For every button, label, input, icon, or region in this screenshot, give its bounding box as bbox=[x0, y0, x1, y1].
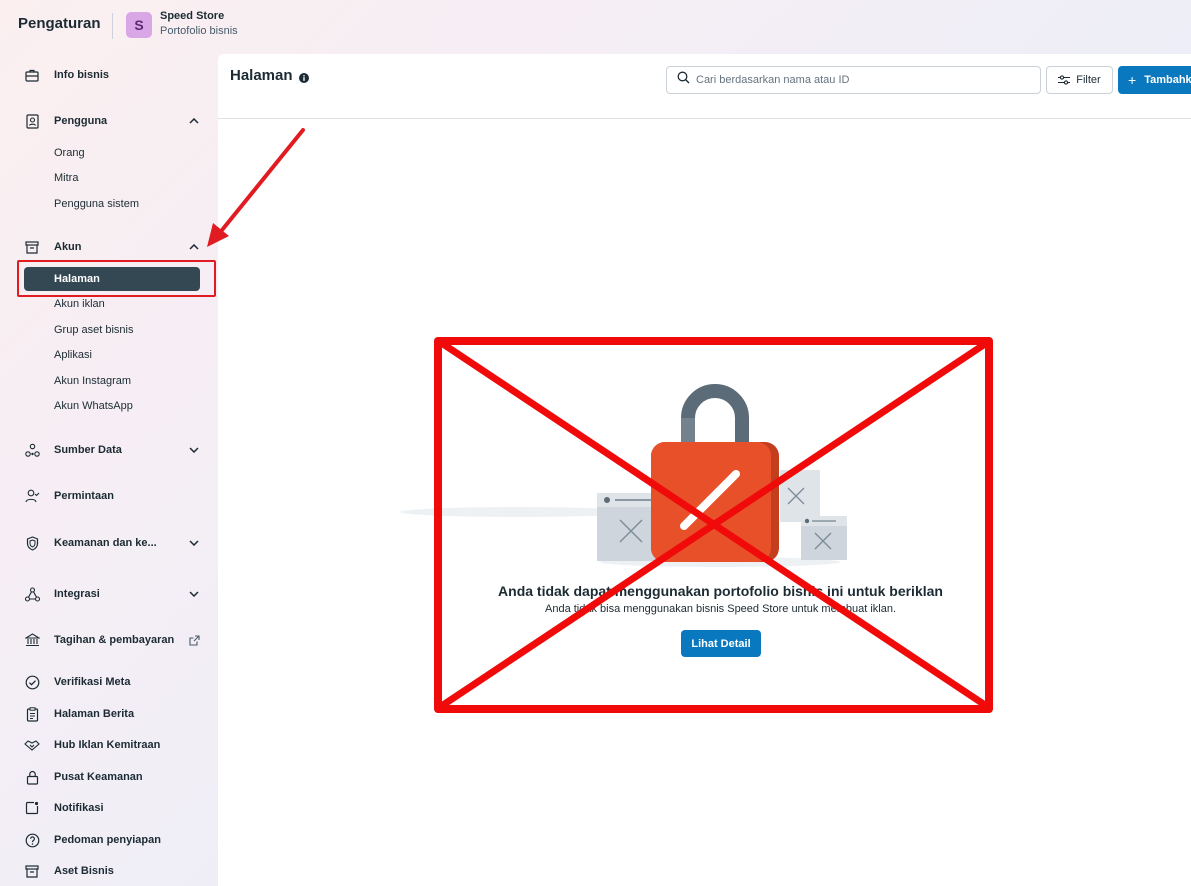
sidebar-subitem-akun-whatsapp[interactable]: Akun WhatsApp bbox=[54, 397, 133, 415]
chevron-up-icon[interactable] bbox=[188, 241, 200, 253]
help-circle-icon bbox=[24, 832, 40, 848]
clipboard-icon bbox=[24, 706, 40, 722]
filter-button[interactable]: Filter bbox=[1046, 66, 1113, 94]
search-input[interactable] bbox=[696, 74, 1026, 86]
chevron-down-icon[interactable] bbox=[188, 537, 200, 549]
sidebar-item-label: Sumber Data bbox=[54, 444, 122, 456]
sidebar-item-tagihan[interactable]: Tagihan & pembayaran bbox=[24, 628, 200, 652]
sidebar-subitem-mitra[interactable]: Mitra bbox=[54, 169, 78, 187]
sidebar-item-label: Permintaan bbox=[54, 490, 114, 502]
notification-icon bbox=[24, 800, 40, 816]
handshake-icon bbox=[24, 737, 40, 753]
sidebar-item-label: Aset Bisnis bbox=[54, 865, 114, 877]
info-icon[interactable] bbox=[299, 70, 309, 83]
sidebar-item-verifikasi[interactable]: Verifikasi Meta bbox=[24, 670, 200, 694]
top-bar: Pengaturan S Speed Store Portofolio bisn… bbox=[0, 0, 1191, 54]
person-check-icon bbox=[24, 488, 40, 504]
archive-icon bbox=[24, 239, 40, 255]
sidebar-item-label: Pusat Keamanan bbox=[54, 771, 143, 783]
business-avatar[interactable]: S bbox=[126, 12, 152, 38]
empty-state-subtitle: Anda tidak bisa menggunakan bisnis Speed… bbox=[545, 603, 896, 615]
sidebar-item-pengguna[interactable]: Pengguna bbox=[24, 109, 200, 133]
integration-icon bbox=[24, 586, 40, 602]
sidebar-item-hub-iklan[interactable]: Hub Iklan Kemitraan bbox=[24, 733, 200, 757]
search-icon bbox=[677, 71, 690, 89]
business-name[interactable]: Speed Store bbox=[160, 10, 224, 22]
sidebar-item-pusat-keamanan[interactable]: Pusat Keamanan bbox=[24, 765, 200, 789]
add-button[interactable]: + Tambahkan bbox=[1118, 66, 1191, 94]
sidebar-item-label: Keamanan dan ke... bbox=[54, 537, 157, 549]
briefcase-icon bbox=[24, 67, 40, 83]
chevron-down-icon[interactable] bbox=[188, 444, 200, 456]
sidebar-item-info-bisnis[interactable]: Info bisnis bbox=[24, 63, 200, 87]
sidebar-item-label: Pengguna bbox=[54, 115, 108, 127]
sidebar-subitem-grup-aset-bisnis[interactable]: Grup aset bisnis bbox=[54, 321, 133, 339]
sidebar-item-label: Hub Iklan Kemitraan bbox=[54, 739, 161, 751]
plus-icon: + bbox=[1128, 72, 1137, 88]
sidebar-item-label: Notifikasi bbox=[54, 802, 104, 814]
sidebar-item-halaman-berita[interactable]: Halaman Berita bbox=[24, 702, 200, 726]
sidebar-item-integrasi[interactable]: Integrasi bbox=[24, 582, 200, 606]
sidebar-item-pedoman[interactable]: Pedoman penyiapan bbox=[24, 828, 200, 852]
sidebar-item-label: Verifikasi Meta bbox=[54, 676, 131, 688]
sidebar-subitem-akun-instagram[interactable]: Akun Instagram bbox=[54, 372, 131, 390]
sidebar-subitem-aplikasi[interactable]: Aplikasi bbox=[54, 346, 92, 364]
external-link-icon bbox=[188, 634, 200, 646]
sidebar-item-label: Halaman Berita bbox=[54, 708, 135, 720]
sidebar-item-label: Tagihan & pembayaran bbox=[54, 634, 175, 646]
sidebar-item-label: Integrasi bbox=[54, 588, 100, 600]
empty-state-title: Anda tidak dapat menggunakan portofolio … bbox=[498, 583, 943, 599]
check-circle-icon bbox=[24, 674, 40, 690]
view-details-button[interactable]: Lihat Detail bbox=[681, 630, 761, 657]
sidebar bbox=[0, 54, 218, 886]
business-subtitle: Portofolio bisnis bbox=[160, 25, 238, 37]
chevron-up-icon[interactable] bbox=[188, 115, 200, 127]
page-title: Halaman bbox=[230, 67, 293, 84]
sidebar-item-aset-bisnis[interactable]: Aset Bisnis bbox=[24, 859, 200, 883]
sidebar-item-permintaan[interactable]: Permintaan bbox=[24, 484, 200, 508]
sidebar-subitem-akun-iklan[interactable]: Akun iklan bbox=[54, 295, 105, 313]
sidebar-item-label: Akun bbox=[54, 241, 82, 253]
user-badge-icon bbox=[24, 113, 40, 129]
data-source-icon bbox=[24, 442, 40, 458]
archive-icon bbox=[24, 863, 40, 879]
main-header: Halaman Filter + Tambahkan bbox=[218, 54, 1191, 119]
sidebar-item-akun[interactable]: Akun bbox=[24, 235, 200, 259]
sidebar-item-label: Pedoman penyiapan bbox=[54, 834, 161, 846]
divider bbox=[112, 13, 113, 39]
sidebar-subitem-halaman[interactable]: Halaman bbox=[24, 267, 200, 291]
sliders-icon bbox=[1058, 75, 1071, 85]
bank-icon bbox=[24, 632, 40, 648]
lock-illustration bbox=[597, 384, 847, 567]
filter-label: Filter bbox=[1076, 74, 1101, 86]
sidebar-subitem-orang[interactable]: Orang bbox=[54, 144, 85, 162]
search-field[interactable] bbox=[666, 66, 1041, 94]
sidebar-item-sumber-data[interactable]: Sumber Data bbox=[24, 438, 200, 462]
chevron-down-icon[interactable] bbox=[188, 588, 200, 600]
lock-icon bbox=[24, 769, 40, 785]
add-label: Tambahkan bbox=[1144, 74, 1191, 86]
sidebar-item-keamanan[interactable]: Keamanan dan ke... bbox=[24, 531, 200, 555]
app-title: Pengaturan bbox=[18, 15, 101, 32]
sidebar-item-label: Info bisnis bbox=[54, 69, 109, 81]
sidebar-item-notifikasi[interactable]: Notifikasi bbox=[24, 796, 200, 820]
shield-icon bbox=[24, 535, 40, 551]
sidebar-subitem-pengguna-sistem[interactable]: Pengguna sistem bbox=[54, 195, 139, 213]
